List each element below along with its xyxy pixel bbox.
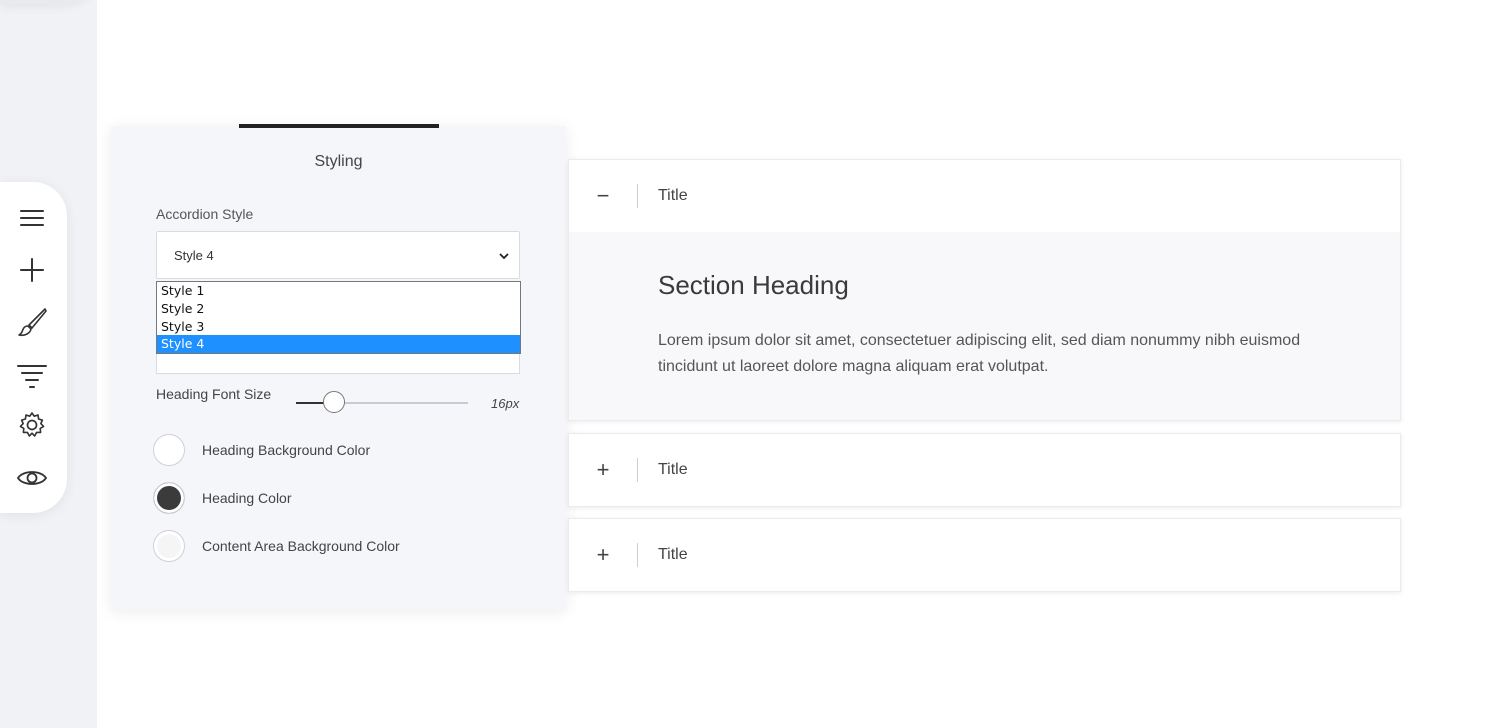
chevron-down-icon [499, 248, 509, 263]
content-area-background-swatch[interactable] [153, 530, 185, 562]
plus-icon[interactable]: + [569, 457, 637, 483]
header-divider [637, 184, 638, 208]
obscured-input [156, 352, 520, 374]
dropdown-option-style-2[interactable]: Style 2 [157, 300, 520, 318]
gear-icon[interactable] [14, 407, 50, 443]
accordion-title: Title [658, 461, 688, 478]
accordion-title: Title [658, 546, 688, 563]
eye-icon[interactable] [14, 460, 50, 496]
dropdown-option-style-1[interactable]: Style 1 [157, 282, 520, 300]
panel-title: Styling [314, 153, 363, 170]
font-size-slider-thumb[interactable] [323, 391, 345, 413]
accordion-header[interactable]: + Title [569, 434, 1400, 506]
heading-background-color-picker[interactable]: Heading Background Color [153, 433, 370, 467]
accordion-style-value: Style 4 [174, 247, 214, 263]
content-area-background-color-picker[interactable]: Content Area Background Color [153, 529, 400, 563]
filter-icon[interactable] [14, 358, 50, 394]
heading-background-swatch[interactable] [153, 434, 185, 466]
accordion-content: Section Heading Lorem ipsum dolor sit am… [569, 232, 1400, 420]
plus-icon[interactable]: + [569, 542, 637, 568]
header-divider [637, 543, 638, 567]
dropdown-option-style-3[interactable]: Style 3 [157, 318, 520, 336]
panel-drag-bar[interactable] [239, 124, 439, 128]
accordion-style-select[interactable]: Style 4 [156, 231, 520, 279]
section-heading: Section Heading [658, 270, 849, 300]
dropdown-option-style-4[interactable]: Style 4 [157, 335, 520, 353]
accordion-item-2: + Title [568, 433, 1401, 507]
content-area-background-color-label: Content Area Background Color [202, 538, 400, 554]
plus-icon[interactable] [14, 252, 50, 288]
accordion-title: Title [658, 187, 688, 204]
accordion-item-3: + Title [568, 518, 1401, 592]
accordion-style-dropdown: Style 1 Style 2 Style 3 Style 4 [156, 281, 521, 354]
header-divider [637, 458, 638, 482]
font-size-value: 16px [491, 396, 520, 411]
hamburger-menu-icon[interactable] [14, 200, 50, 236]
heading-background-color-label: Heading Background Color [202, 442, 371, 458]
heading-font-size-label: Heading Font Size [156, 386, 272, 402]
heading-color-picker[interactable]: Heading Color [153, 481, 292, 515]
accordion-style-label: Accordion Style [156, 206, 254, 222]
section-text: Lorem ipsum dolor sit amet, consectetuer… [658, 332, 1301, 375]
heading-color-swatch[interactable] [153, 482, 185, 514]
styling-panel: Styling Accordion Style Style 4 Style 1 … [111, 124, 566, 610]
heading-color-label: Heading Color [202, 490, 292, 506]
paintbrush-icon[interactable] [14, 304, 50, 340]
accordion-header[interactable]: + Title [569, 519, 1400, 591]
minus-icon[interactable]: − [569, 183, 637, 209]
accordion-header[interactable]: − Title [569, 160, 1400, 232]
editor-toolbar [0, 182, 67, 513]
accordion-item-1: − Title Section Heading Lorem ipsum dolo… [568, 159, 1401, 421]
